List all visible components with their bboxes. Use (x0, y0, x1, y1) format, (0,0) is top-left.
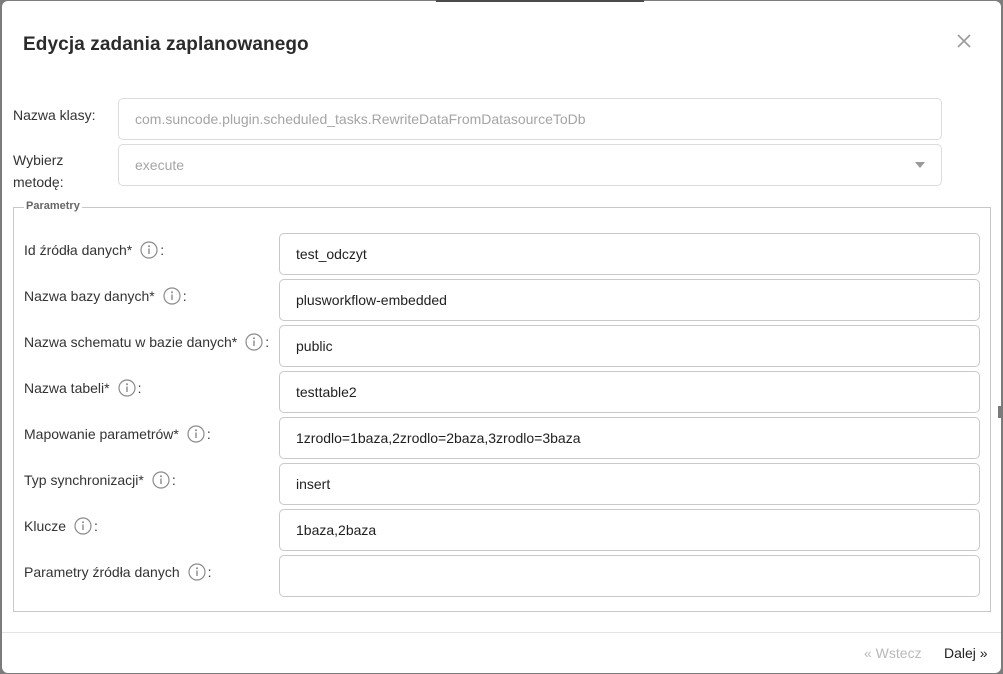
method-label-line1: Wybierz (13, 152, 64, 168)
database-name-value: plusworkflow-embedded (296, 292, 447, 308)
param-label-text: Nazwa tabeli* (24, 380, 110, 396)
param-label-database-name: Nazwa bazy danych* : (24, 285, 187, 307)
info-icon[interactable] (118, 379, 136, 397)
method-select-value: execute (135, 157, 185, 173)
class-name-field: com.suncode.plugin.scheduled_tasks.Rewri… (118, 98, 942, 140)
method-label: Wybierz metodę: (13, 149, 64, 193)
param-label-sync-type: Typ synchronizacji* : (24, 469, 176, 491)
edit-scheduled-task-dialog: Edycja zadania zaplanowanego Nazwa klasy… (2, 1, 1001, 673)
footer-divider (2, 632, 1001, 633)
schema-name-input[interactable]: public (279, 325, 980, 367)
param-label-text: Nazwa schematu w bazie danych* (24, 334, 238, 350)
backdrop-bar (436, 0, 644, 2)
param-label-suffix: : (94, 518, 98, 534)
close-icon (957, 34, 971, 48)
datasource-id-input[interactable]: test_odczyt (279, 233, 980, 275)
dialog-title: Edycja zadania zaplanowanego (23, 34, 309, 55)
param-label-text: Klucze (24, 518, 67, 534)
parameter-mapping-input[interactable]: 1zrodlo=1baza,2zrodlo=2baza,3zrodlo=3baz… (279, 417, 980, 459)
param-label-text: Nazwa bazy danych* (24, 288, 155, 304)
sync-type-value: insert (296, 476, 331, 492)
close-button[interactable] (955, 32, 973, 50)
chevron-down-icon (915, 162, 925, 168)
param-label-suffix: : (160, 242, 165, 258)
info-icon[interactable] (163, 287, 181, 305)
class-name-label: Nazwa klasy: (13, 107, 96, 123)
table-name-input[interactable]: testtable2 (279, 371, 980, 413)
datasource-id-value: test_odczyt (296, 246, 367, 262)
back-button[interactable]: « Wstecz (864, 645, 922, 661)
scrollbar[interactable] (998, 89, 1001, 629)
param-label-suffix: : (207, 564, 212, 580)
param-label-datasource-params: Parametry źródła danych : (24, 561, 212, 583)
sync-type-input[interactable]: insert (279, 463, 980, 505)
param-label-suffix: : (182, 288, 187, 304)
info-icon[interactable] (188, 563, 206, 581)
param-label-schema-name: Nazwa schematu w bazie danych* : (24, 331, 269, 353)
param-label-suffix: : (265, 334, 270, 350)
param-label-text: Id źródła danych* (24, 242, 133, 258)
database-name-input[interactable]: plusworkflow-embedded (279, 279, 980, 321)
dialog-header: Edycja zadania zaplanowanego (2, 1, 1001, 89)
param-label-suffix: : (171, 472, 176, 488)
class-name-value: com.suncode.plugin.scheduled_tasks.Rewri… (135, 111, 586, 127)
param-label-keys: Klucze : (24, 515, 98, 537)
info-icon[interactable] (187, 425, 205, 443)
info-icon[interactable] (74, 517, 92, 535)
method-label-line2: metodę: (13, 174, 64, 190)
next-button[interactable]: Dalej » (944, 645, 988, 661)
parameter-mapping-value: 1zrodlo=1baza,2zrodlo=2baza,3zrodlo=3baz… (296, 430, 581, 446)
param-label-parameter-mapping: Mapowanie parametrów* : (24, 423, 211, 445)
param-label-datasource-id: Id źródła danych* : (24, 239, 164, 261)
keys-value: 1baza,2baza (296, 522, 377, 538)
schema-name-value: public (296, 338, 333, 354)
scrollbar-thumb[interactable] (998, 406, 1001, 418)
info-icon[interactable] (245, 333, 263, 351)
info-icon[interactable] (140, 241, 158, 259)
param-label-suffix: : (206, 426, 211, 442)
param-label-text: Mapowanie parametrów* (24, 426, 179, 442)
method-select[interactable]: execute (118, 144, 942, 186)
param-label-suffix: : (137, 380, 142, 396)
keys-input[interactable]: 1baza,2baza (279, 509, 980, 551)
param-label-text: Parametry źródła danych (24, 564, 180, 580)
datasource-params-input[interactable] (279, 555, 980, 597)
param-label-table-name: Nazwa tabeli* : (24, 377, 142, 399)
parameters-legend: Parametry (24, 200, 82, 212)
param-label-text: Typ synchronizacji* (24, 472, 144, 488)
info-icon[interactable] (152, 471, 170, 489)
table-name-value: testtable2 (296, 384, 357, 400)
